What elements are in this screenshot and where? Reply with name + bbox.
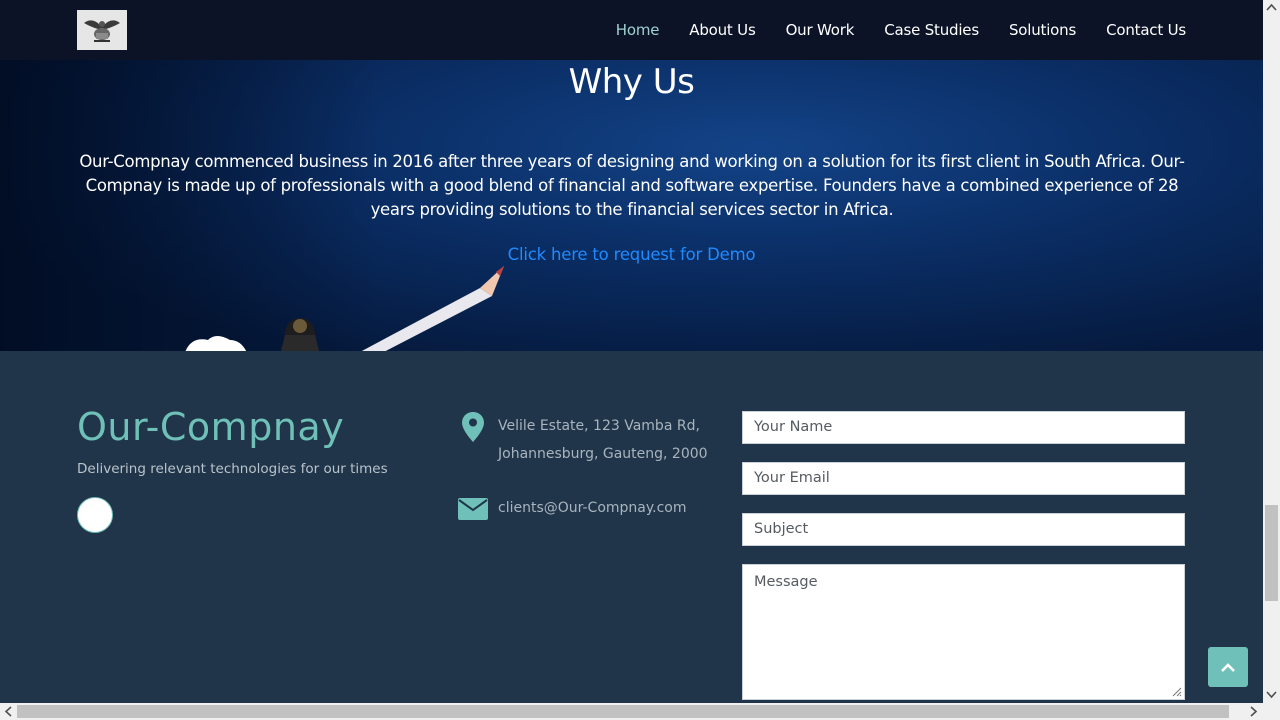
eagle-logo-icon[interactable] (77, 10, 127, 50)
scroll-down-arrow-icon[interactable] (1266, 691, 1277, 699)
scroll-left-arrow-icon[interactable] (4, 706, 12, 717)
nav-home[interactable]: Home (616, 21, 660, 39)
section-body: Our-Compnay commenced business in 2016 a… (79, 152, 1185, 219)
email-block: clients@Our-Compnay.com (457, 494, 687, 522)
address-line-1: Velile Estate, 123 Vamba Rd, (498, 418, 700, 434)
name-placeholder: Your Name (754, 419, 833, 435)
subject-input[interactable]: Subject (742, 513, 1185, 546)
nav-menu: Home About Us Our Work Case Studies Solu… (586, 0, 1186, 60)
scroll-up-arrow-icon[interactable] (1266, 3, 1277, 11)
vertical-scroll-thumb[interactable] (1265, 505, 1278, 601)
scroll-right-arrow-icon[interactable] (1250, 706, 1258, 717)
subject-placeholder: Subject (754, 521, 809, 537)
brand-tagline: Delivering relevant technologies for our… (77, 461, 388, 477)
nav-case-studies[interactable]: Case Studies (884, 21, 979, 39)
brand-title: Our-Compnay (77, 405, 345, 449)
address-block: Velile Estate, 123 Vamba Rd, Johannesbur… (457, 412, 708, 468)
pencil-decoration (185, 266, 504, 351)
nav-solutions[interactable]: Solutions (1009, 21, 1076, 39)
social-link-button[interactable] (77, 497, 113, 533)
message-placeholder: Message (754, 574, 818, 590)
chevron-up-icon (1221, 663, 1235, 672)
nav-contact-us[interactable]: Contact Us (1106, 21, 1186, 39)
email-placeholder: Your Email (754, 470, 830, 486)
section-title: Why Us (568, 62, 695, 102)
resize-grip-icon[interactable] (1170, 685, 1182, 697)
nav-about-us[interactable]: About Us (689, 21, 756, 39)
email-address[interactable]: clients@Our-Compnay.com (498, 494, 687, 522)
envelope-icon (457, 494, 489, 522)
why-us-section: Why Us Our-Compnay commenced business in… (0, 60, 1263, 351)
top-navbar: Home About Us Our Work Case Studies Solu… (0, 0, 1263, 60)
address-line-2: Johannesburg, Gauteng, 2000 (498, 446, 708, 462)
nav-our-work[interactable]: Our Work (786, 21, 855, 39)
message-textarea[interactable]: Message (742, 564, 1185, 700)
horizontal-scroll-thumb[interactable] (17, 705, 1229, 718)
email-input[interactable]: Your Email (742, 462, 1185, 495)
map-pin-icon (457, 412, 489, 468)
name-input[interactable]: Your Name (742, 411, 1185, 444)
scroll-to-top-button[interactable] (1208, 647, 1248, 687)
